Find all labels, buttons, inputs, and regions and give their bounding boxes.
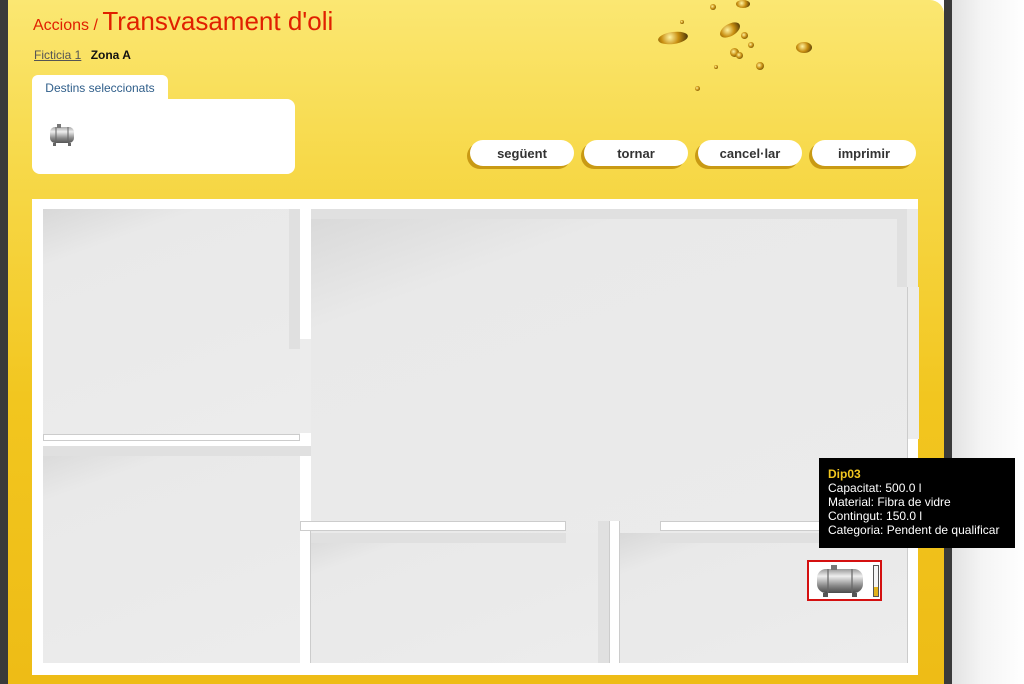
breadcrumb-zone: Zona A: [90, 48, 131, 62]
floor-plan: [32, 199, 919, 675]
wall-segment: [311, 533, 566, 543]
right-frame-border: [944, 0, 952, 684]
tooltip-tank-name: Dip03: [828, 467, 861, 481]
room-bottom-middle[interactable]: [311, 533, 609, 663]
tank-level-fill: [874, 587, 878, 596]
wall-segment: [897, 209, 907, 287]
main-panel: Accions / Transvasament d'oli Ficticia 1…: [8, 0, 944, 684]
tank-icon[interactable]: [48, 124, 76, 146]
wall-segment: [289, 209, 300, 349]
side-background: [952, 0, 1024, 684]
wall-segment: [300, 339, 311, 433]
print-button[interactable]: imprimir: [812, 140, 916, 166]
tab-selected-destinations[interactable]: Destins seleccionats: [32, 75, 168, 99]
tank-icon: [817, 565, 863, 597]
wall-segment: [43, 434, 300, 441]
wall-segment: [907, 287, 919, 439]
left-frame-border: [0, 0, 8, 684]
back-button[interactable]: tornar: [584, 140, 688, 166]
wall-segment: [43, 446, 311, 456]
wall-segment: [300, 521, 566, 531]
header-prefix-link[interactable]: Accions /: [33, 17, 98, 34]
wall-segment: [311, 209, 897, 219]
selected-destinations-panel: [32, 99, 295, 174]
wall-segment: [609, 521, 620, 663]
page-title: Transvasament d'oli: [102, 6, 334, 36]
tooltip-capacity: Capacitat: 500.0 l: [828, 481, 922, 495]
tooltip-content: Contingut: 150.0 l: [828, 509, 923, 523]
breadcrumb: Ficticia 1 Zona A: [34, 48, 131, 62]
selected-tank-marker[interactable]: [807, 560, 882, 601]
tooltip-material: Material: Fibra de vidre: [828, 495, 951, 509]
wall-segment: [598, 521, 609, 663]
breadcrumb-building-link[interactable]: Ficticia 1: [34, 48, 81, 62]
wall-segment: [300, 531, 311, 663]
room-top-left[interactable]: [43, 209, 300, 434]
tank-tooltip: Dip03 Capacitat: 500.0 l Material: Fibra…: [819, 458, 1015, 548]
next-button[interactable]: següent: [470, 140, 574, 166]
room-bottom-left[interactable]: [43, 446, 300, 663]
tank-level-gauge: [873, 565, 879, 597]
tooltip-category: Categoria: Pendent de qualificar: [828, 523, 1000, 537]
page-header: Accions / Transvasament d'oli: [33, 6, 333, 37]
cancel-button[interactable]: cancel·lar: [698, 140, 802, 166]
